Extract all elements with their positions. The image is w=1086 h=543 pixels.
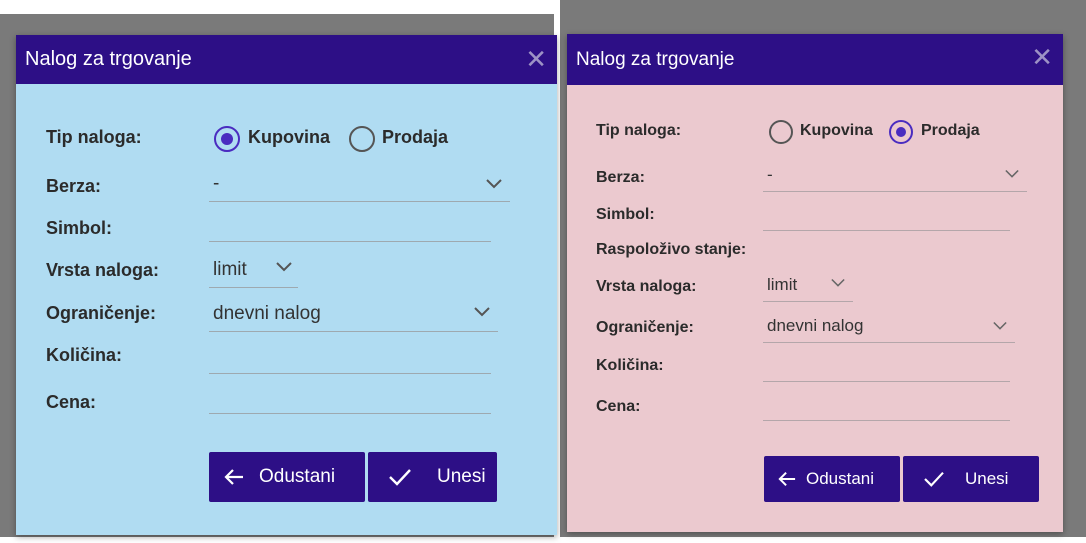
restriction-value: dnevni nalog bbox=[767, 316, 864, 335]
symbol-input[interactable] bbox=[763, 194, 1010, 231]
exchange-value: - bbox=[767, 165, 773, 184]
order-type-label: Tip naloga: bbox=[46, 127, 142, 147]
chevron-down-icon bbox=[993, 321, 1007, 330]
radio-prodaja[interactable] bbox=[349, 126, 375, 152]
quantity-input[interactable] bbox=[209, 333, 491, 374]
restriction-select[interactable]: dnevni nalog bbox=[209, 293, 498, 332]
symbol-label: Simbol: bbox=[596, 206, 655, 223]
radio-kupovina-label[interactable]: Kupovina bbox=[800, 122, 873, 140]
order-kind-value: limit bbox=[767, 275, 798, 294]
price-input[interactable] bbox=[763, 384, 1010, 421]
exchange-label: Berza: bbox=[46, 176, 102, 196]
radio-prodaja-label[interactable]: Prodaja bbox=[382, 127, 448, 148]
exchange-select[interactable]: - bbox=[763, 156, 1027, 192]
restriction-value: dnevni nalog bbox=[213, 303, 321, 324]
chevron-down-icon bbox=[831, 278, 845, 287]
submit-button[interactable]: Unesi bbox=[903, 456, 1039, 502]
order-kind-select[interactable]: limit bbox=[763, 266, 853, 302]
buy-order-dialog: Nalog za trgovanje ✕ Tip naloga: Kupovin… bbox=[16, 35, 557, 535]
cancel-button-label: Odustani bbox=[806, 469, 875, 488]
submit-button-label: Unesi bbox=[965, 469, 1009, 488]
order-kind-value: limit bbox=[213, 259, 247, 280]
close-icon[interactable]: ✕ bbox=[1031, 44, 1053, 70]
dialog-title-bar: Nalog za trgovanje ✕ bbox=[567, 34, 1063, 85]
available-balance-label: Raspoloživo stanje: bbox=[596, 241, 747, 258]
radio-prodaja[interactable] bbox=[889, 120, 913, 144]
chevron-down-icon bbox=[474, 307, 490, 317]
exchange-select[interactable]: - bbox=[209, 163, 510, 202]
order-kind-label: Vrsta naloga: bbox=[46, 260, 160, 280]
checkmark-icon bbox=[924, 471, 944, 487]
checkmark-icon bbox=[389, 469, 411, 486]
radio-kupovina-label[interactable]: Kupovina bbox=[248, 127, 330, 148]
symbol-input[interactable] bbox=[209, 203, 491, 242]
dialog-title-bar: Nalog za trgovanje ✕ bbox=[16, 35, 557, 84]
arrow-left-icon bbox=[224, 469, 243, 485]
radio-kupovina[interactable] bbox=[214, 126, 240, 152]
chevron-down-icon bbox=[276, 262, 292, 272]
price-label: Cena: bbox=[596, 398, 641, 415]
backdrop-edge bbox=[0, 0, 558, 14]
order-type-label: Tip naloga: bbox=[596, 122, 682, 139]
quantity-input[interactable] bbox=[763, 345, 1010, 382]
price-input[interactable] bbox=[209, 373, 491, 414]
cancel-button[interactable]: Odustani bbox=[764, 456, 900, 502]
restriction-label: Ograničenje: bbox=[596, 319, 694, 336]
exchange-value: - bbox=[213, 173, 220, 194]
quantity-label: Količina: bbox=[46, 345, 123, 365]
chevron-down-icon bbox=[1005, 169, 1019, 178]
cancel-button[interactable]: Odustani bbox=[209, 452, 365, 502]
restriction-label: Ograničenje: bbox=[46, 303, 157, 323]
dialog-title: Nalog za trgovanje bbox=[25, 48, 192, 70]
close-icon[interactable]: ✕ bbox=[525, 46, 547, 72]
radio-prodaja-label[interactable]: Prodaja bbox=[921, 122, 980, 140]
submit-button[interactable]: Unesi bbox=[368, 452, 497, 502]
radio-kupovina[interactable] bbox=[769, 120, 793, 144]
symbol-label: Simbol: bbox=[46, 218, 112, 238]
backdrop-bottom-edge bbox=[0, 537, 1086, 543]
sell-order-dialog: Nalog za trgovanje ✕ Tip naloga: Kupovin… bbox=[567, 34, 1063, 532]
dialog-title: Nalog za trgovanje bbox=[576, 49, 735, 70]
chevron-down-icon bbox=[486, 179, 502, 189]
order-kind-select[interactable]: limit bbox=[209, 247, 298, 288]
order-kind-label: Vrsta naloga: bbox=[596, 278, 697, 295]
price-label: Cena: bbox=[46, 392, 97, 412]
arrow-left-icon bbox=[778, 471, 796, 487]
cancel-button-label: Odustani bbox=[259, 466, 336, 487]
quantity-label: Količina: bbox=[596, 357, 664, 374]
restriction-select[interactable]: dnevni nalog bbox=[763, 307, 1015, 343]
submit-button-label: Unesi bbox=[437, 466, 486, 487]
exchange-label: Berza: bbox=[596, 169, 645, 186]
